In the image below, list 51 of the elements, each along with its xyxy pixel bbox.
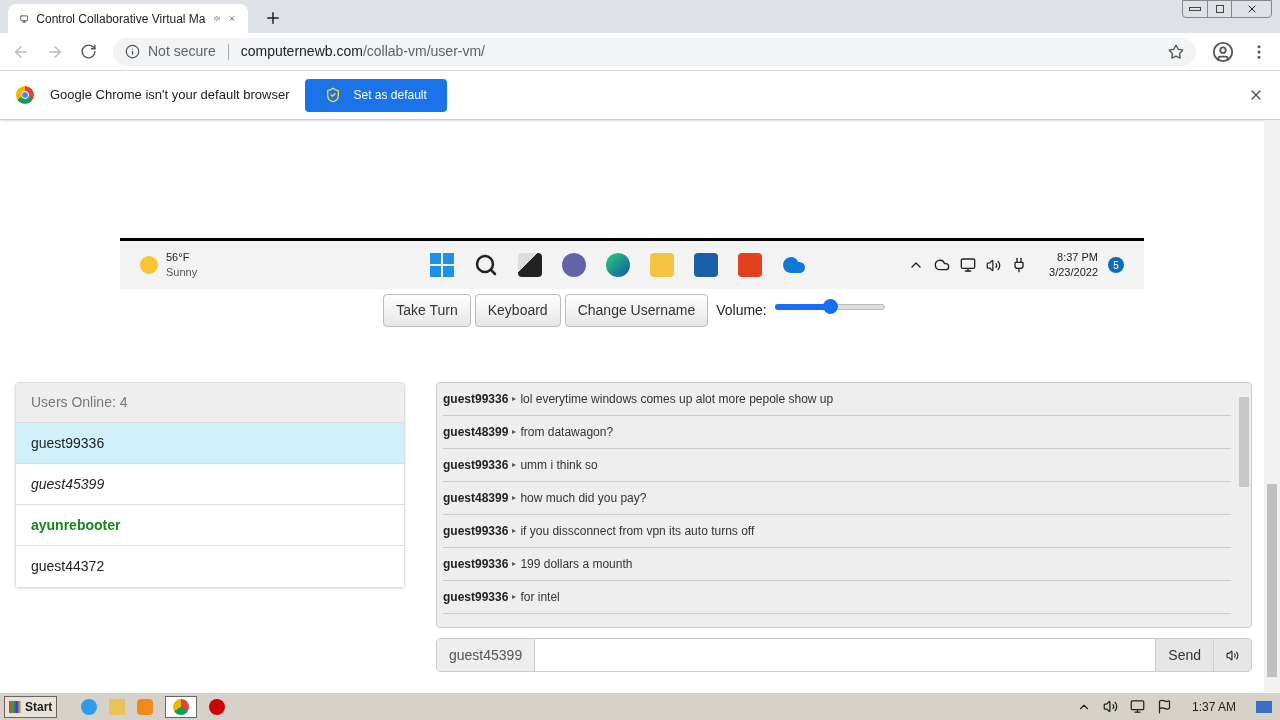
speaker-icon[interactable] bbox=[1102, 699, 1118, 714]
shield-icon bbox=[325, 87, 342, 103]
chat-message: guest99336 ▸ 199 dollars a mounth bbox=[443, 548, 1231, 581]
speaker-icon[interactable] bbox=[986, 257, 1002, 273]
weather-condition: Sunny bbox=[166, 265, 198, 280]
show-desktop-icon[interactable] bbox=[1256, 700, 1272, 713]
chat-message: guest99336 ▸ umm i think so bbox=[443, 449, 1231, 482]
cloud-icon[interactable] bbox=[934, 257, 951, 273]
volume-thumb[interactable] bbox=[822, 299, 838, 314]
chat-message: guest48399 ▸ from datawagon? bbox=[443, 416, 1231, 449]
user-item[interactable]: guest45399 bbox=[16, 464, 404, 505]
control-button[interactable]: Take Turn bbox=[383, 294, 471, 327]
chrome-taskbar-button[interactable] bbox=[165, 695, 198, 718]
sun-icon bbox=[140, 256, 158, 274]
url-text: computernewb.com/collab-vm/user-vm/ bbox=[240, 42, 486, 61]
address-bar[interactable]: Not secure computernewb.com/collab-vm/user-vm/ bbox=[113, 37, 1196, 66]
chat-message: guest99336 ▸ lol everytime windows comes up alot more pepole show up bbox=[443, 383, 1231, 416]
vm-clock-time: 8:37 PM bbox=[1057, 250, 1098, 265]
monitor-icon[interactable] bbox=[960, 257, 977, 273]
notification-badge[interactable]: 5 bbox=[1108, 257, 1124, 273]
browser-tab[interactable]: Control Collaborative Virtual Ma bbox=[8, 4, 248, 33]
new-tab-icon[interactable] bbox=[264, 9, 282, 27]
chrome-logo-icon bbox=[16, 86, 34, 104]
search-icon[interactable] bbox=[474, 253, 498, 277]
volume-label: Volume: bbox=[716, 301, 767, 320]
infobar-message: Google Chrome isn't your default browser bbox=[50, 86, 290, 105]
windows-logo-icon[interactable] bbox=[430, 253, 454, 277]
profile-icon[interactable] bbox=[1212, 40, 1234, 63]
network-icon[interactable] bbox=[1129, 699, 1145, 714]
os-clock: 1:37 AM bbox=[1191, 698, 1236, 716]
start-button[interactable]: Start bbox=[4, 695, 58, 718]
vm-clock-date: 3/23/2022 bbox=[1049, 265, 1098, 280]
chat-message: guest48399 ▸ how much did you pay? bbox=[443, 482, 1231, 515]
reload-icon[interactable] bbox=[80, 43, 97, 60]
user-item[interactable]: ayunrebooter bbox=[16, 505, 404, 546]
user-item[interactable]: guest99336 bbox=[16, 423, 404, 464]
set-default-button[interactable]: Set as default bbox=[305, 78, 447, 112]
users-title: Users Online: 4 bbox=[16, 383, 404, 423]
bookmark-star-icon[interactable] bbox=[1168, 43, 1184, 60]
volume-slider[interactable] bbox=[774, 298, 885, 315]
info-icon bbox=[125, 44, 140, 59]
page-scrollbar[interactable] bbox=[1264, 120, 1280, 692]
security-label: Not secure bbox=[148, 42, 216, 61]
chat-message: guest99336 ▸ if you dissconnect from vpn its auto turns off bbox=[443, 515, 1231, 548]
chat-message: guest99336 ▸ for intel bbox=[443, 581, 1231, 614]
user-item[interactable]: guest44372 bbox=[16, 546, 404, 587]
tab-title: Control Collaborative Virtual Ma bbox=[36, 10, 206, 28]
flag-icon[interactable] bbox=[1156, 699, 1172, 714]
temperature: 56°F bbox=[166, 250, 191, 265]
control-button[interactable]: Keyboard bbox=[474, 294, 561, 327]
control-button[interactable]: Change Username bbox=[564, 294, 709, 327]
